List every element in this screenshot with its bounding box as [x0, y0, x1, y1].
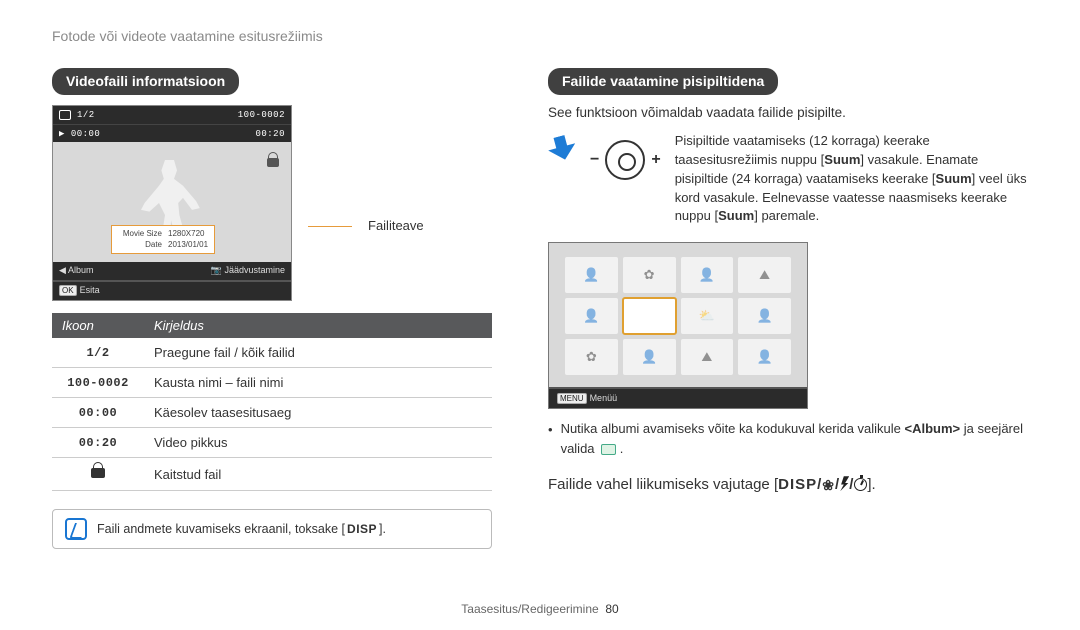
thumb-cell: 👤	[623, 339, 676, 375]
section-title-left: Videofaili informatsioon	[52, 68, 239, 95]
elapsed-time: 00:00	[71, 129, 101, 139]
album-chip-icon	[601, 444, 616, 455]
flash-icon	[840, 476, 849, 491]
lock-icon	[265, 152, 281, 168]
ok-key: OK	[59, 285, 77, 296]
page-footer: Taasesitus/Redigeerimine 80	[0, 602, 1080, 616]
table-row: Kaitstud fail	[52, 458, 492, 491]
file-info-overlay: Movie Size1280X720 Date2013/01/01	[111, 225, 215, 254]
album-label: Album	[68, 265, 94, 275]
zoom-dial: − +	[590, 140, 661, 180]
table-row: 1/2 Praegune fail / kõik failid	[52, 338, 492, 368]
total-time: 00:20	[255, 129, 285, 139]
navigation-instruction: Failide vahel liikumiseks vajutage [DISP…	[548, 476, 1032, 493]
th-icon: Ikoon	[52, 313, 144, 338]
callout-line	[308, 226, 352, 227]
section-title-right: Failide vaatamine pisipiltidena	[548, 68, 778, 95]
disp-key: DISP	[345, 522, 379, 536]
right-column: Failide vaatamine pisipiltidena See funk…	[548, 68, 1032, 549]
th-description: Kirjeldus	[144, 313, 492, 338]
video-file-icon	[59, 110, 71, 120]
table-row: 100-0002 Kausta nimi – faili nimi	[52, 368, 492, 398]
capture-label: Jäädvustamine	[224, 265, 285, 275]
plus-icon: +	[651, 151, 660, 169]
lock-icon	[90, 465, 106, 479]
table-row: 00:20 Video pikkus	[52, 428, 492, 458]
menu-text: Menüü	[590, 393, 618, 403]
video-preview-box: 1/2 100-0002 ▶ 00:00 00:20 Movie Size128…	[52, 105, 292, 301]
thumb-cell: ✿	[565, 339, 618, 375]
timer-icon	[854, 478, 867, 491]
note-box: Faili andmete kuvamiseks ekraanil, toksa…	[52, 509, 492, 549]
thumb-cell: 👤	[565, 257, 618, 293]
menu-key: MENU	[557, 393, 587, 404]
thumb-cell: 👤	[565, 298, 618, 334]
macro-icon: ❀	[822, 477, 835, 494]
note-icon	[65, 518, 87, 540]
folder-file-number: 100-0002	[238, 110, 285, 120]
dial-icon	[605, 140, 645, 180]
thumb-cell: 👤	[681, 257, 734, 293]
minus-icon: −	[590, 151, 599, 169]
arrow-down-icon	[545, 133, 578, 163]
zoom-instructions: Pisipiltide vaatamiseks (12 korraga) kee…	[675, 132, 1032, 226]
thumb-cell: ⛰	[738, 257, 791, 293]
thumb-cell: ⛅	[681, 298, 734, 334]
page-subtitle: Fotode või videote vaatamine esitusrežii…	[52, 28, 1032, 44]
file-counter: 1/2	[77, 110, 95, 120]
icon-description-table: Ikoon Kirjeldus 1/2 Praegune fail / kõik…	[52, 313, 492, 491]
play-label: Esita	[80, 285, 100, 295]
intro-text: See funktsioon võimaldab vaadata failide…	[548, 105, 1032, 120]
left-column: Videofaili informatsioon 1/2 100-0002 ▶ …	[52, 68, 492, 549]
thumb-cell: ⛰	[681, 339, 734, 375]
thumbnail-preview-box: 👤 ✿ 👤 ⛰ 👤 ⛅ 👤 ✿ 👤 ⛰ 👤 MENUMenüü	[548, 242, 808, 409]
callout-label: Failiteave	[368, 218, 424, 233]
bullet-item: • Nutika albumi avamiseks võite ka koduk…	[548, 419, 1032, 458]
thumb-cell: ✿	[623, 257, 676, 293]
thumb-cell: 👤	[738, 339, 791, 375]
thumb-cell: 👤	[738, 298, 791, 334]
table-row: 00:00 Käesolev taasesitusaeg	[52, 398, 492, 428]
thumb-cell-selected	[623, 298, 676, 334]
